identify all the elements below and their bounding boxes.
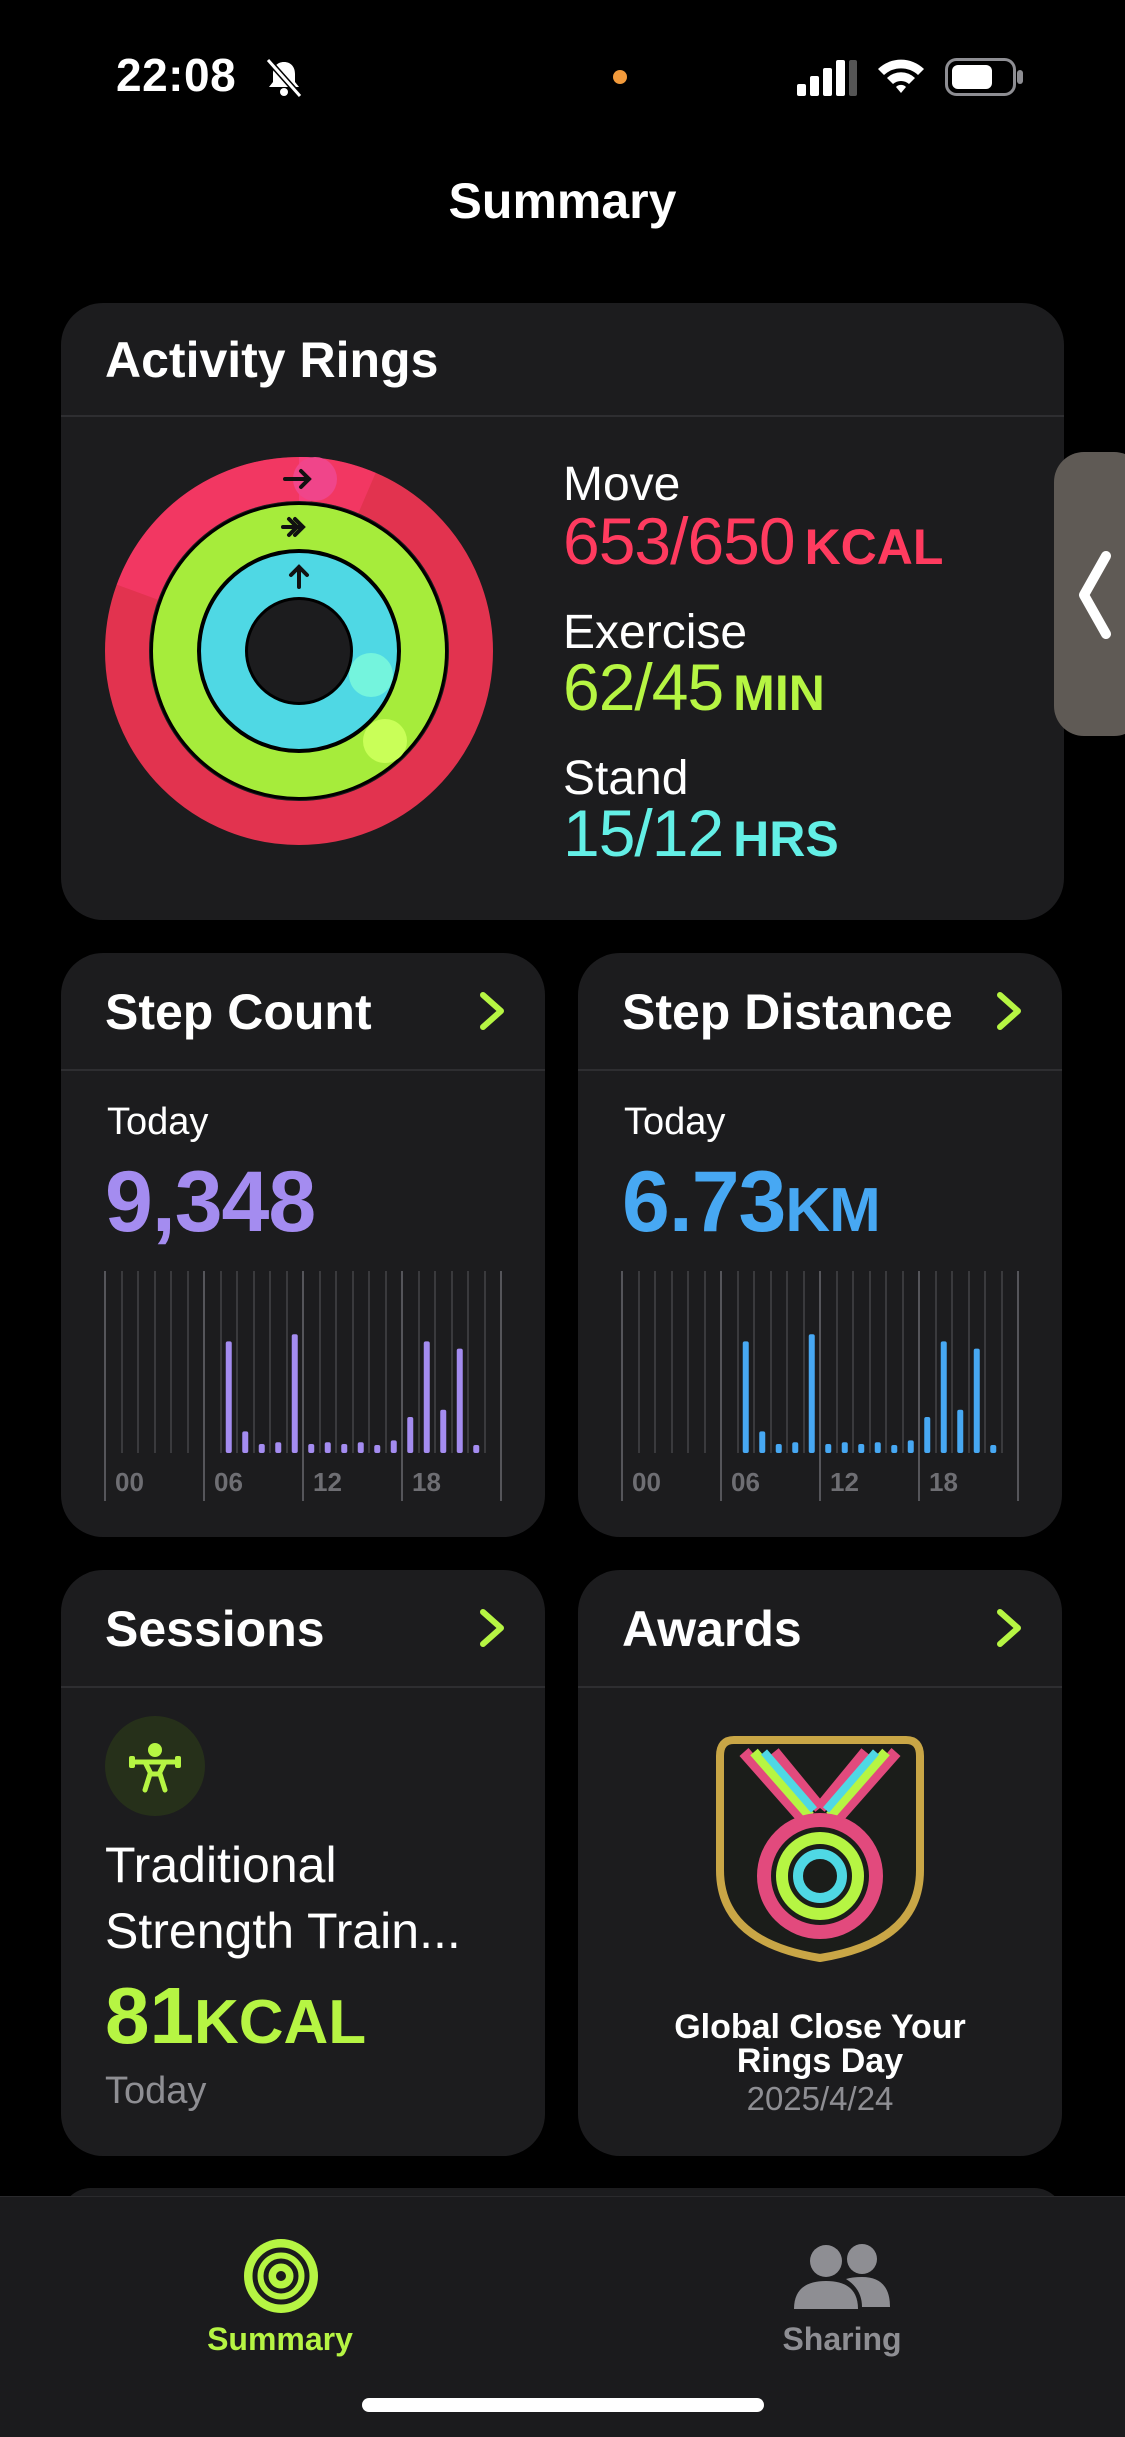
chart-bar [473, 1445, 480, 1453]
activity-rings-title: Activity Rings [105, 332, 439, 388]
strength-training-icon [105, 1716, 205, 1816]
chart-bar [792, 1442, 799, 1453]
step-distance-value: 6.73KM [622, 1154, 881, 1250]
chevron-right-icon [997, 1609, 1021, 1647]
chart-bar [357, 1442, 364, 1453]
cellular-signal-icon [797, 60, 857, 96]
chart-tick-label: 00 [115, 1467, 144, 1497]
chevron-right-icon [480, 1609, 504, 1647]
chart-bar [242, 1431, 249, 1453]
step-count-card[interactable]: Step Count Today 9,348 00 06 12 18 [61, 953, 545, 1537]
chart-bar [891, 1445, 898, 1453]
awards-card[interactable]: Awards Global Close Your Rings Day 2025/… [578, 1570, 1062, 2156]
chart-bar [407, 1417, 414, 1453]
chart-bar [258, 1444, 265, 1453]
sessions-title: Sessions [105, 1601, 325, 1657]
page-title: Summary [448, 173, 677, 229]
chart-bar [990, 1445, 997, 1453]
chart-bar [390, 1440, 397, 1453]
tab-summary[interactable]: Summary [130, 2217, 430, 2357]
award-badge-icon [716, 1736, 924, 1962]
chart-tick-label: 06 [731, 1467, 760, 1497]
battery-icon [945, 58, 1023, 96]
silent-bell-icon [265, 58, 303, 98]
session-calories: 81KCAL [105, 1971, 367, 2060]
step-count-title: Step Count [105, 984, 372, 1040]
stand-value: 15/12 HRS [563, 796, 839, 870]
chart-tick-label: 18 [412, 1467, 441, 1497]
awards-title: Awards [622, 1601, 802, 1657]
step-distance-chart: 00 06 12 18 [621, 1271, 1019, 1501]
award-name: Global Close Your Rings Day [674, 2008, 966, 2080]
status-time: 22:08 [116, 49, 237, 101]
chart-bar [308, 1444, 315, 1453]
chart-bar [924, 1417, 931, 1453]
chart-tick-label: 12 [313, 1467, 342, 1497]
home-indicator [362, 2398, 764, 2412]
chart-bar [341, 1444, 348, 1453]
chart-bar [742, 1341, 749, 1453]
activity-rings-card[interactable]: Activity Rings Move 653/650 KCAL Exercise… [61, 303, 1064, 920]
step-distance-title: Step Distance [622, 984, 953, 1040]
chart-bar [440, 1409, 447, 1453]
chart-bar [759, 1431, 766, 1453]
step-distance-today-label: Today [624, 1101, 726, 1143]
session-date: Today [105, 2070, 207, 2112]
chart-bar [907, 1440, 914, 1453]
chart-bar [423, 1341, 430, 1453]
chart-bar [456, 1348, 463, 1453]
sessions-card[interactable]: Sessions Traditional Strength Train... 8… [61, 1570, 545, 2156]
move-value: 653/650 KCAL [563, 504, 944, 578]
chart-bar [825, 1444, 832, 1453]
chart-bar [957, 1409, 964, 1453]
activity-rings-icon [244, 2239, 318, 2313]
chart-bar [775, 1444, 782, 1453]
wifi-icon [878, 59, 924, 93]
chart-bar [841, 1442, 848, 1453]
step-count-chart: 00 06 12 18 [104, 1271, 502, 1501]
workout-name: Traditional Strength Train... [105, 1837, 461, 1959]
chart-tick-label: 12 [830, 1467, 859, 1497]
chart-bar [225, 1341, 232, 1453]
tab-sharing-label: Sharing [782, 2321, 902, 2357]
chart-bar [874, 1442, 881, 1453]
step-distance-card[interactable]: Step Distance Today 6.73KM 00 06 12 18 [578, 953, 1062, 1537]
people-icon [794, 2244, 890, 2309]
chart-tick-label: 18 [929, 1467, 958, 1497]
stand-unit: HRS [733, 811, 839, 867]
step-distance-unit: KM [785, 1176, 880, 1245]
chart-tick-label: 00 [632, 1467, 661, 1497]
chart-bar [973, 1348, 980, 1453]
award-date: 2025/4/24 [746, 2080, 894, 2117]
chevron-right-icon [997, 992, 1021, 1030]
chart-bar [374, 1445, 381, 1453]
step-count-today-label: Today [107, 1101, 209, 1143]
chevron-right-icon [480, 992, 504, 1030]
session-calories-unit: KCAL [193, 1988, 367, 2057]
chart-bar [858, 1444, 865, 1453]
chart-bar [940, 1341, 947, 1453]
move-unit: KCAL [804, 519, 944, 575]
activity-rings-graphic [105, 457, 493, 845]
chart-bar [324, 1442, 331, 1453]
chart-bar [291, 1334, 298, 1453]
tab-sharing[interactable]: Sharing [692, 2217, 992, 2357]
step-count-value: 9,348 [105, 1154, 316, 1250]
chevron-left-icon [1079, 551, 1111, 639]
side-panel-handle[interactable] [1054, 452, 1125, 736]
tab-summary-label: Summary [207, 2321, 353, 2357]
exercise-unit: MIN [733, 665, 825, 721]
chart-bar [808, 1334, 815, 1453]
exercise-value: 62/45 MIN [563, 650, 825, 724]
privacy-indicator-dot [613, 70, 627, 84]
chart-tick-label: 06 [214, 1467, 243, 1497]
chart-bar [275, 1442, 282, 1453]
